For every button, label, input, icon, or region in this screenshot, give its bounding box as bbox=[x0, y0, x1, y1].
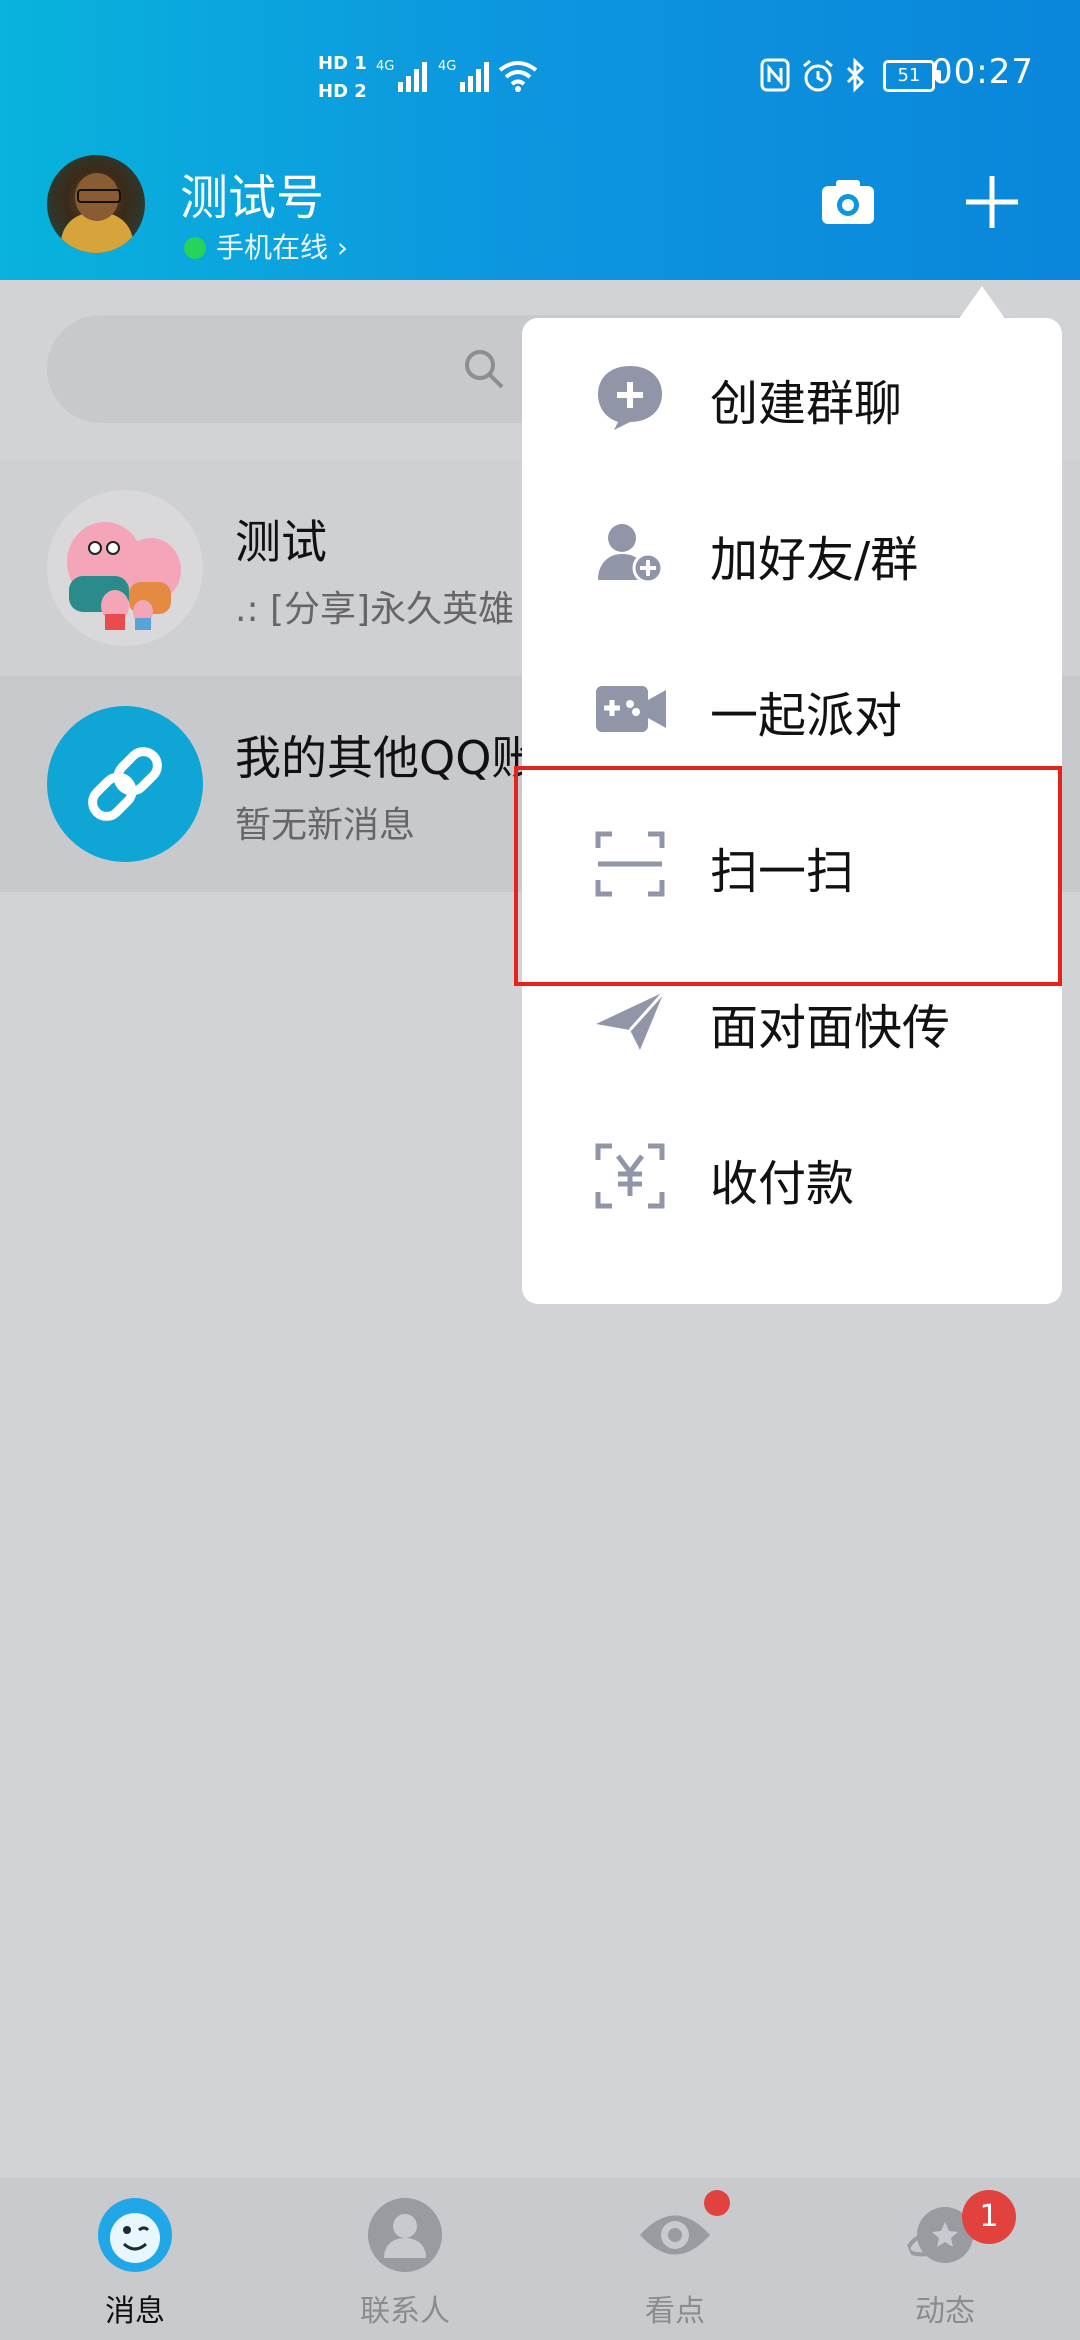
yuan-scan-icon bbox=[595, 1143, 665, 1209]
tab-watch[interactable]: 看点 bbox=[540, 2178, 810, 2340]
tab-label: 联系人 bbox=[360, 2294, 450, 2329]
user-avatar[interactable] bbox=[47, 155, 145, 253]
conversation-preview: .: [分享]永久英雄 bbox=[235, 589, 515, 630]
battery-indicator: 51 bbox=[883, 60, 941, 92]
plus-icon[interactable] bbox=[962, 172, 1022, 232]
bluetooth-icon bbox=[846, 58, 865, 93]
camera-icon[interactable] bbox=[818, 172, 878, 232]
net2-label: 4G bbox=[438, 59, 456, 74]
tab-label: 动态 bbox=[915, 2294, 975, 2329]
menu-item-label: 一起派对 bbox=[710, 688, 903, 744]
tab-messages[interactable]: 消息 bbox=[0, 2178, 270, 2340]
status-bar: HD 1 HD 2 4G 4G 51 00:27 bbox=[0, 0, 1080, 150]
peppa-pig-family-icon bbox=[67, 522, 181, 630]
top-header: HD 1 HD 2 4G 4G 51 00:27 测试号 手机在线 › bbox=[0, 0, 1080, 280]
eye-icon bbox=[640, 2215, 710, 2255]
menu-item-payment[interactable]: 收付款 bbox=[522, 1098, 1062, 1254]
menu-item-party[interactable]: 一起派对 bbox=[522, 630, 1062, 786]
hd-indicator: HD 1 HD 2 bbox=[318, 50, 367, 106]
conversation-avatar bbox=[47, 490, 203, 646]
add-friend-icon bbox=[598, 524, 664, 584]
game-camera-icon bbox=[596, 686, 666, 732]
menu-item-label: 创建群聊 bbox=[710, 376, 903, 432]
chat-plus-icon bbox=[598, 366, 662, 430]
tab-label: 消息 bbox=[105, 2294, 165, 2329]
menu-item-label: 面对面快传 bbox=[710, 1000, 951, 1056]
online-status-text: 手机在线 bbox=[216, 231, 329, 264]
tab-contacts[interactable]: 联系人 bbox=[270, 2178, 540, 2340]
online-status[interactable]: 手机在线 › bbox=[184, 226, 348, 266]
signal-icon-2: 4G bbox=[438, 59, 489, 92]
search-icon bbox=[465, 350, 504, 389]
clock: 00:27 bbox=[931, 52, 1034, 92]
hd2-label: HD 2 bbox=[318, 81, 367, 102]
net1-label: 4G bbox=[376, 59, 394, 74]
username[interactable]: 测试号 bbox=[180, 158, 324, 228]
bottom-navigation: 消息 联系人 看点 动态 bbox=[0, 2178, 1080, 2340]
highlight-box bbox=[514, 766, 1062, 986]
tab-label: 看点 bbox=[645, 2294, 705, 2329]
hd1-label: HD 1 bbox=[318, 53, 367, 74]
paper-plane-icon bbox=[596, 990, 666, 1050]
conversation-avatar bbox=[47, 706, 203, 862]
signal-icon: 4G bbox=[376, 59, 427, 92]
feed-unread-badge: 1 bbox=[962, 2190, 1016, 2244]
link-icon bbox=[88, 747, 162, 821]
conversation-preview: 暂无新消息 bbox=[235, 805, 416, 846]
tab-feed[interactable]: 动态 bbox=[810, 2178, 1080, 2340]
menu-pointer bbox=[958, 286, 1006, 320]
nfc-icon bbox=[760, 58, 790, 92]
conversation-title: 测试 bbox=[235, 515, 327, 569]
online-dot-icon bbox=[184, 237, 206, 259]
chevron-right-icon: › bbox=[336, 231, 349, 264]
contacts-icon bbox=[368, 2198, 442, 2272]
menu-item-add-friend[interactable]: 加好友/群 bbox=[522, 474, 1062, 630]
menu-item-label: 加好友/群 bbox=[710, 532, 919, 588]
messages-smiley-icon bbox=[98, 2198, 172, 2272]
watch-notification-dot bbox=[704, 2190, 730, 2216]
wifi-icon bbox=[498, 61, 538, 92]
menu-item-create-group[interactable]: 创建群聊 bbox=[522, 318, 1062, 474]
alarm-icon bbox=[803, 59, 833, 92]
menu-item-label: 收付款 bbox=[710, 1156, 855, 1212]
